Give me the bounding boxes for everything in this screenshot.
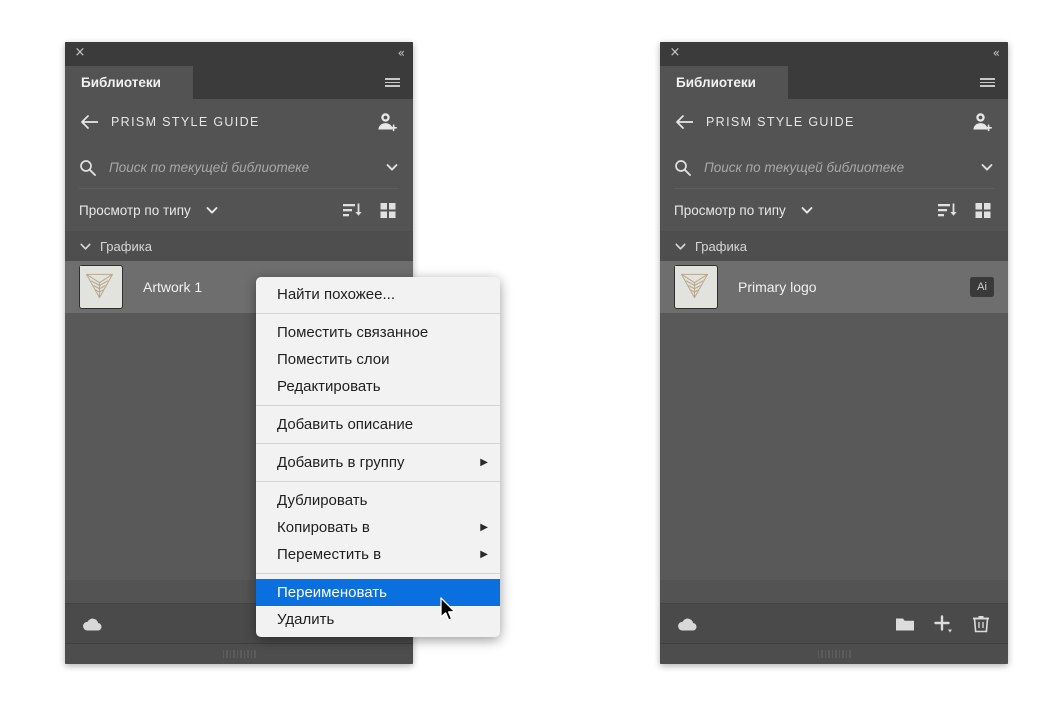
search-chevron-down-icon[interactable] <box>385 160 399 174</box>
grid-view-icon[interactable] <box>377 199 399 221</box>
group-chevron-down-icon <box>674 240 687 253</box>
delete-icon[interactable] <box>970 613 992 635</box>
resize-grip-icon <box>817 650 851 658</box>
group-chevron-down-icon <box>79 240 92 253</box>
panel-resize-bar[interactable] <box>65 643 413 664</box>
panel-tabstrip: Библиотеки <box>660 66 1008 99</box>
tab-libraries[interactable]: Библиотеки <box>660 66 788 99</box>
menu-separator <box>256 443 500 444</box>
search-icon <box>674 159 691 176</box>
resize-grip-icon <box>222 650 256 658</box>
menu-separator <box>256 573 500 574</box>
menu-item-place-layers[interactable]: Поместить слои <box>256 346 500 373</box>
asset-name-label: Primary logo <box>738 279 817 295</box>
tabstrip-filler <box>193 66 375 99</box>
close-icon[interactable]: × <box>668 46 682 60</box>
menu-item-label: Переместить в <box>277 546 382 563</box>
logo-thumbnail <box>674 265 718 309</box>
tab-libraries-label: Библиотеки <box>676 75 756 90</box>
menu-item-add-to-group[interactable]: Добавить в группу ▶ <box>256 449 500 476</box>
status-badge: Ai <box>970 277 994 297</box>
app-screenshot: × « Библиотеки PRISM STYLE GUIDE Поиск п… <box>0 0 1058 712</box>
back-arrow-icon[interactable] <box>674 111 696 133</box>
group-header-graphics[interactable]: Графика <box>65 231 413 261</box>
libraries-panel-right: × « Библиотеки PRISM STYLE GUIDE Поиск п… <box>660 42 1008 664</box>
group-header-label: Графика <box>695 238 747 254</box>
filter-chevron-down-icon[interactable] <box>800 203 814 217</box>
menu-item-copy-to[interactable]: Копировать в ▶ <box>256 514 500 541</box>
tab-libraries[interactable]: Библиотеки <box>65 66 193 99</box>
menu-item-label: Редактировать <box>277 378 381 395</box>
submenu-arrow-icon: ▶ <box>480 549 488 560</box>
menu-item-find-similar[interactable]: Найти похожее... <box>256 281 500 308</box>
filter-chevron-down-icon[interactable] <box>205 203 219 217</box>
filter-label[interactable]: Просмотр по типу <box>79 203 191 218</box>
panel-resize-bar[interactable] <box>660 643 1008 664</box>
group-header-label: Графика <box>100 238 152 254</box>
context-menu: Найти похожее... Поместить связанное Пом… <box>256 277 500 637</box>
menu-separator <box>256 481 500 482</box>
menu-item-delete[interactable]: Удалить <box>256 606 500 633</box>
search-icon <box>79 159 96 176</box>
cloud-sync-icon[interactable] <box>81 615 105 633</box>
panel-bottom-toolbar <box>660 603 1008 644</box>
menu-item-label: Поместить слои <box>277 351 390 368</box>
panel-tabstrip: Библиотеки <box>65 66 413 99</box>
menu-item-add-description[interactable]: Добавить описание <box>256 411 500 438</box>
close-icon[interactable]: × <box>73 46 87 60</box>
search-input[interactable] <box>107 158 377 176</box>
submenu-arrow-icon: ▶ <box>480 522 488 533</box>
menu-item-label: Переименовать <box>277 584 387 601</box>
collapse-panel-icon[interactable]: « <box>398 45 405 61</box>
panel-titlebar: × « <box>65 42 413 66</box>
tabstrip-filler <box>788 66 970 99</box>
library-search-row <box>65 145 413 189</box>
library-breadcrumb: PRISM STYLE GUIDE <box>65 99 413 145</box>
hamburger-icon[interactable] <box>970 66 1008 99</box>
back-arrow-icon[interactable] <box>79 111 101 133</box>
logo-thumbnail <box>79 265 123 309</box>
page-title: PRISM STYLE GUIDE <box>706 115 855 129</box>
library-filter-row: Просмотр по типу <box>660 189 1008 231</box>
menu-item-label: Дублировать <box>277 492 368 509</box>
cloud-sync-icon[interactable] <box>676 615 700 633</box>
sort-descending-icon[interactable] <box>341 199 363 221</box>
sort-descending-icon[interactable] <box>936 199 958 221</box>
menu-item-label: Удалить <box>277 611 335 628</box>
menu-item-label: Копировать в <box>277 519 370 536</box>
tab-libraries-label: Библиотеки <box>81 75 161 90</box>
asset-row-primary-logo[interactable]: Primary logo Ai <box>660 261 1008 313</box>
invite-person-icon[interactable] <box>375 110 399 134</box>
menu-item-label: Добавить в группу <box>277 454 405 471</box>
menu-item-label: Поместить связанное <box>277 324 429 341</box>
search-input[interactable] <box>702 158 972 176</box>
library-filter-row: Просмотр по типу <box>65 189 413 231</box>
submenu-arrow-icon: ▶ <box>480 457 488 468</box>
menu-separator <box>256 313 500 314</box>
add-element-icon[interactable] <box>932 613 954 635</box>
collapse-panel-icon[interactable]: « <box>993 45 1000 61</box>
menu-item-duplicate[interactable]: Дублировать <box>256 487 500 514</box>
menu-separator <box>256 405 500 406</box>
panel-titlebar: × « <box>660 42 1008 66</box>
menu-item-label: Найти похожее... <box>277 286 395 303</box>
search-chevron-down-icon[interactable] <box>980 160 994 174</box>
menu-item-move-to[interactable]: Переместить в ▶ <box>256 541 500 568</box>
invite-person-icon[interactable] <box>970 110 994 134</box>
new-folder-icon[interactable] <box>894 613 916 635</box>
grid-view-icon[interactable] <box>972 199 994 221</box>
library-breadcrumb: PRISM STYLE GUIDE <box>660 99 1008 145</box>
library-content-area: Графика <box>660 231 1008 580</box>
menu-item-label: Добавить описание <box>277 416 414 433</box>
menu-item-place-linked[interactable]: Поместить связанное <box>256 319 500 346</box>
group-header-graphics[interactable]: Графика <box>660 231 1008 261</box>
menu-item-rename[interactable]: Переименовать <box>256 579 500 606</box>
page-title: PRISM STYLE GUIDE <box>111 115 260 129</box>
filter-label[interactable]: Просмотр по типу <box>674 203 786 218</box>
menu-item-edit[interactable]: Редактировать <box>256 373 500 400</box>
hamburger-icon[interactable] <box>375 66 413 99</box>
library-search-row <box>660 145 1008 189</box>
